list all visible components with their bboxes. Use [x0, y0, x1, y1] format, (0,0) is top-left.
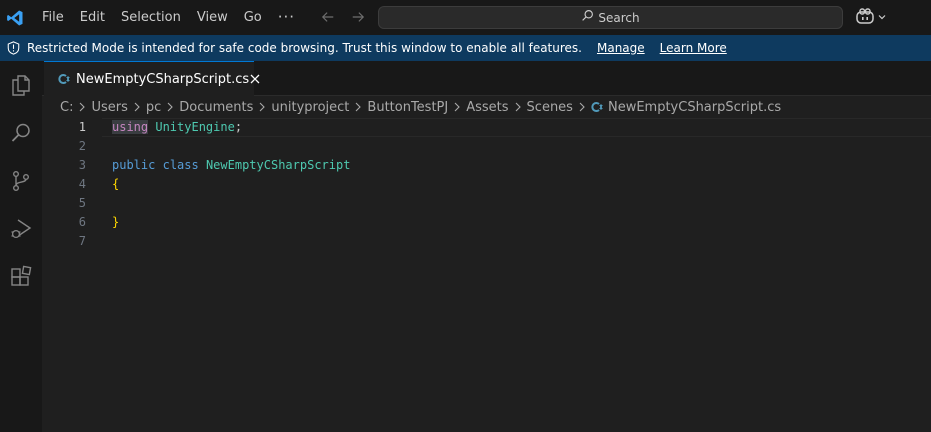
banner-message: Restricted Mode is intended for safe cod…	[27, 41, 582, 55]
chevron-down-icon	[877, 11, 887, 26]
class-name: NewEmptyCSharpScript	[205, 158, 351, 172]
search-view-icon[interactable]	[0, 109, 42, 157]
run-and-debug-icon[interactable]	[0, 205, 42, 253]
title-bar: File Edit Selection View Go ··· Search	[0, 0, 931, 35]
using-keyword: using	[112, 120, 149, 134]
code-line: 4 {	[42, 175, 931, 194]
activity-bar	[0, 61, 42, 432]
code-text: public class NewEmptyCSharpScript	[112, 156, 350, 175]
breadcrumb-item-unityproject[interactable]: unityproject	[271, 100, 349, 115]
editor-tabs: NewEmptyCSharpScript.cs	[42, 61, 931, 96]
menu-bar: File Edit Selection View Go ···	[34, 6, 303, 30]
class-keyword: class	[162, 158, 199, 172]
breadcrumb-item-drive[interactable]: C:	[60, 100, 73, 115]
chevron-right-icon	[78, 102, 86, 112]
command-center-search[interactable]: Search	[378, 6, 843, 29]
line-number: 6	[78, 215, 86, 229]
menu-go[interactable]: Go	[236, 6, 270, 30]
semicolon: ;	[234, 120, 243, 134]
code-line: 3 public class NewEmptyCSharpScript	[42, 156, 931, 175]
chevron-right-icon	[578, 102, 586, 112]
chevron-right-icon	[258, 102, 266, 112]
close-icon[interactable]	[249, 73, 261, 85]
copilot-icon	[855, 7, 875, 29]
menu-file[interactable]: File	[34, 6, 72, 30]
breadcrumb-item-file[interactable]: NewEmptyCSharpScript.cs	[608, 100, 781, 115]
manage-link[interactable]: Manage	[597, 41, 645, 55]
search-icon	[581, 9, 594, 26]
restricted-mode-banner: Restricted Mode is intended for safe cod…	[0, 35, 931, 61]
breadcrumb-item-assets[interactable]: Assets	[466, 100, 508, 115]
line-number: 2	[78, 139, 86, 153]
open-brace: {	[112, 177, 120, 191]
line-number: 4	[78, 177, 86, 191]
navigation-arrows	[318, 6, 368, 28]
breadcrumb-item-buttontestpj[interactable]: ButtonTestPJ	[367, 100, 448, 115]
code-line: 6 }	[42, 213, 931, 232]
csharp-file-icon	[591, 101, 603, 113]
shield-icon	[7, 41, 20, 55]
menu-edit[interactable]: Edit	[72, 6, 113, 30]
code-line: 7	[42, 232, 931, 251]
code-editor[interactable]: 1 using UnityEngine; 2 3 public class Ne…	[42, 118, 931, 432]
code-line: 5	[42, 194, 931, 213]
line-number: 3	[78, 158, 86, 172]
public-keyword: public	[112, 158, 156, 172]
chevron-right-icon	[453, 102, 461, 112]
extensions-icon[interactable]	[0, 253, 42, 301]
line-number: 5	[78, 196, 86, 210]
breadcrumb-item-documents[interactable]: Documents	[179, 100, 253, 115]
forward-arrow-icon[interactable]	[348, 6, 368, 28]
line-number: 7	[78, 234, 86, 248]
learn-more-link[interactable]: Learn More	[660, 41, 727, 55]
source-control-icon[interactable]	[0, 157, 42, 205]
menu-more-button[interactable]: ···	[270, 6, 303, 30]
code-text: using UnityEngine;	[112, 118, 242, 137]
namespace-name: UnityEngine	[155, 120, 235, 134]
csharp-file-icon	[58, 73, 70, 85]
close-brace: }	[112, 215, 120, 229]
search-label: Search	[598, 10, 640, 25]
tab-newemptycsharpscript[interactable]: NewEmptyCSharpScript.cs	[44, 61, 260, 96]
chevron-right-icon	[514, 102, 522, 112]
menu-selection[interactable]: Selection	[113, 6, 189, 30]
code-line: 1 using UnityEngine;	[42, 118, 931, 137]
code-line: 2	[42, 137, 931, 156]
breadcrumb-item-users[interactable]: Users	[91, 100, 127, 115]
menu-view[interactable]: View	[189, 6, 236, 30]
chevron-right-icon	[133, 102, 141, 112]
chevron-right-icon	[354, 102, 362, 112]
line-number: 1	[78, 120, 86, 134]
back-arrow-icon[interactable]	[318, 6, 338, 28]
breadcrumb-item-scenes[interactable]: Scenes	[527, 100, 573, 115]
explorer-icon[interactable]	[0, 61, 42, 109]
breadcrumb-item-pc[interactable]: pc	[146, 100, 161, 115]
chevron-right-icon	[166, 102, 174, 112]
copilot-button[interactable]	[855, 7, 887, 29]
vscode-logo-icon	[0, 0, 30, 35]
breadcrumb: C: Users pc Documents unityproject Butto…	[42, 96, 931, 118]
tab-label: NewEmptyCSharpScript.cs	[76, 71, 250, 87]
